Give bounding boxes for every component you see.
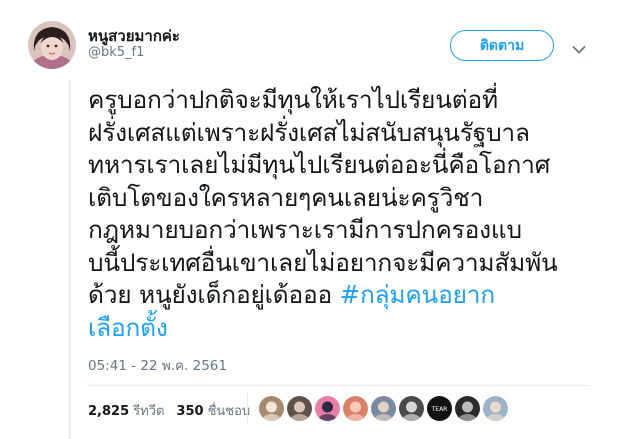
likes-label: ชื่นชอบ [207, 404, 251, 419]
liker-avatar-8[interactable] [455, 396, 480, 421]
likes-stat[interactable]: 350 ชื่นชอบ [176, 400, 250, 421]
liker-avatars: TEAR [259, 396, 508, 421]
retweets-stat[interactable]: 2,825 รีทวีต [88, 400, 164, 421]
svg-text:TEAR: TEAR [431, 406, 448, 413]
tweet-line: ด้วย หนูยังเด็กอยู่เด้อออ #กลุ่มคนอยาก [88, 279, 604, 312]
thread-line [69, 80, 71, 439]
liker-avatar-4[interactable] [343, 396, 368, 421]
engagement-stats: 2,825 รีทวีต 350 ชื่นชอบ [88, 400, 250, 421]
liker-avatar-9[interactable] [483, 396, 508, 421]
tweet-line: ครูบอกว่าปกติจะมีทุนให้เราไปเรียนต่อที่ [88, 85, 498, 114]
liker-avatar-2[interactable] [287, 396, 312, 421]
tweet-line: เลือกตั้ง [88, 312, 604, 345]
author-handle[interactable]: @bk5_f1 [88, 45, 144, 60]
tweet-line-text: ด้วย หนูยังเด็กอยู่เด้อออ [88, 280, 340, 309]
chevron-down-icon[interactable] [572, 40, 586, 54]
retweets-count: 2,825 [88, 404, 130, 419]
liker-avatar-3[interactable] [315, 396, 340, 421]
liker-avatar-7[interactable]: TEAR [427, 396, 452, 421]
liker-avatar-5[interactable] [371, 396, 396, 421]
likes-count: 350 [176, 404, 204, 419]
stats-separator [247, 394, 248, 422]
hashtag-link-continued[interactable]: เลือกตั้ง [88, 313, 168, 342]
tweet-text: ครูบอกว่าปกติจะมีทุนให้เราไปเรียนต่อที่ … [88, 84, 604, 344]
follow-button[interactable]: ติดตาม [450, 30, 554, 61]
tweet-line: ทหารเราเลยไม่มีทุนไปเรียนต่ออะนี่คือโอกา… [88, 150, 551, 179]
avatar[interactable] [28, 21, 76, 69]
retweets-label: รีทวีต [133, 404, 165, 419]
timestamp[interactable]: 05:41 - 22 พ.ค. 2561 [88, 354, 227, 376]
divider [88, 385, 590, 386]
tweet-line: บนี้ประเทศอื่นเขาเลยไม่อยากจะมีความสัมพั… [88, 247, 558, 277]
tweet-line: เติบโตของใครหลายๆคนเลยน่ะครูวิชา [88, 182, 484, 212]
tweet-line: ฝรั่งเศสแต่เพราะฝรั่งเศสไม่สนับสนุนรัฐบา… [88, 117, 530, 147]
liker-avatar-1[interactable] [259, 396, 284, 421]
tweet-card: หนูสวยมากค่ะ @bk5_f1 ติดตาม ครูบอกว่าปกต… [0, 0, 620, 439]
tweet-line: กฎหมายบอกว่าเพราะเรามีการปกครองแบ [88, 215, 522, 244]
liker-avatar-6[interactable] [399, 396, 424, 421]
hashtag-link[interactable]: #กลุ่มคนอยาก [340, 280, 496, 309]
